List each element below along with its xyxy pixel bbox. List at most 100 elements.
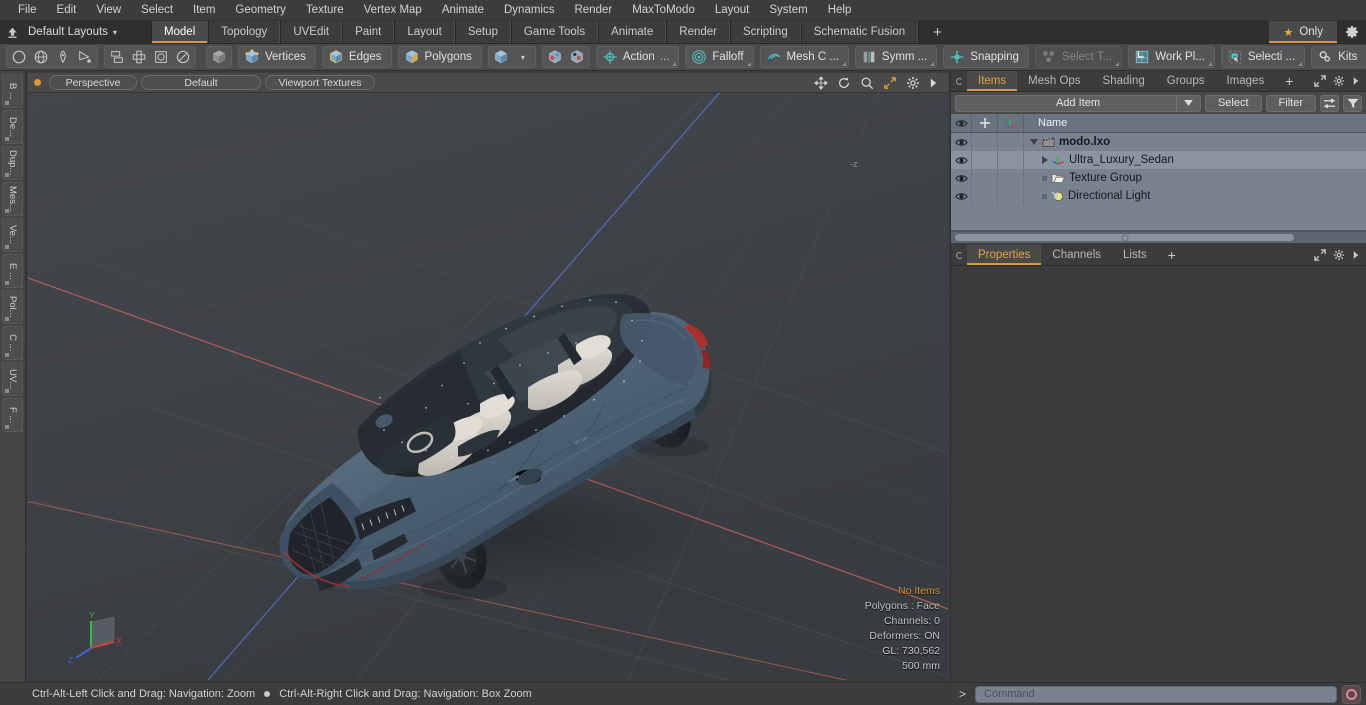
list-options-icon[interactable] xyxy=(1320,94,1339,112)
tab-layout[interactable]: Layout xyxy=(394,21,455,43)
rail-item-fusion[interactable]: F ... xyxy=(2,398,23,432)
menu-item-vertex-map[interactable]: Vertex Map xyxy=(354,0,432,20)
selection-mode-vertices[interactable]: Vertices xyxy=(238,46,316,68)
row-lock-cell[interactable] xyxy=(972,169,998,187)
gear-icon[interactable] xyxy=(1333,249,1345,261)
tab-model[interactable]: Model xyxy=(150,21,209,43)
add-panel-tab-button[interactable]: + xyxy=(1275,71,1303,91)
array-icon[interactable] xyxy=(128,47,150,67)
mesh-constraint-dropdown[interactable]: Mesh C ... xyxy=(759,46,849,68)
tab-schematic-fusion[interactable]: Schematic Fusion xyxy=(800,21,919,43)
row-axis-cell[interactable] xyxy=(998,169,1024,187)
eye-icon[interactable] xyxy=(951,114,972,132)
gear-icon[interactable] xyxy=(1333,75,1345,87)
expand-icon[interactable] xyxy=(1314,249,1326,261)
fit-icon[interactable] xyxy=(883,76,897,90)
column-header-name[interactable]: Name xyxy=(1024,114,1366,132)
add-item-button[interactable]: Add Item xyxy=(955,94,1201,112)
menu-item-render[interactable]: Render xyxy=(564,0,622,20)
tab-scripting[interactable]: Scripting xyxy=(729,21,801,43)
panel-menu-icon[interactable] xyxy=(951,71,967,91)
chevron-right-icon[interactable] xyxy=(1352,75,1360,87)
row-axis-cell[interactable] xyxy=(998,187,1024,205)
tab-uvedit[interactable]: UVEdit xyxy=(280,21,343,43)
selection-mode-polygons[interactable]: Polygons xyxy=(397,46,482,68)
items-tree-hscrollbar[interactable] xyxy=(951,231,1366,243)
snapping-dropdown[interactable]: Snapping xyxy=(943,46,1029,68)
rail-item-vertex[interactable]: Ve... xyxy=(2,218,23,252)
expand-icon[interactable] xyxy=(1314,75,1326,87)
row-axis-cell[interactable] xyxy=(998,133,1024,151)
select-through-toggle[interactable]: Select T... xyxy=(1034,46,1123,68)
selection-sets-dropdown[interactable]: Selecti ... xyxy=(1220,46,1306,68)
row-name-cell[interactable]: modo.lxo xyxy=(1024,133,1366,151)
funnel-icon[interactable] xyxy=(1343,94,1362,112)
row-visibility-toggle[interactable] xyxy=(951,151,972,169)
rail-item-edge[interactable]: E ... xyxy=(2,254,23,288)
stack-icon[interactable] xyxy=(106,47,128,67)
falloff-dropdown[interactable]: Falloff xyxy=(685,46,754,68)
only-toggle[interactable]: ★ Only xyxy=(1268,21,1338,43)
move-lock-icon[interactable] xyxy=(972,114,998,132)
circle-icon[interactable] xyxy=(8,47,30,67)
selection-mode-edges[interactable]: Edges xyxy=(321,46,392,68)
table-row[interactable]: Texture Group xyxy=(951,169,1366,187)
scrollbar-thumb[interactable] xyxy=(955,234,1294,241)
pen-icon[interactable] xyxy=(52,47,74,67)
tab-shading[interactable]: Shading xyxy=(1092,71,1156,91)
row-lock-cell[interactable] xyxy=(972,133,998,151)
menu-item-maxtomodo[interactable]: MaxToModo xyxy=(622,0,705,20)
record-icon[interactable] xyxy=(1342,684,1361,704)
center-axis-icon[interactable] xyxy=(566,47,588,67)
menu-item-file[interactable]: File xyxy=(8,0,47,20)
menu-item-help[interactable]: Help xyxy=(818,0,862,20)
tab-mesh-ops[interactable]: Mesh Ops xyxy=(1017,71,1091,91)
viewport-projection-dropdown[interactable]: Perspective xyxy=(49,75,137,90)
chevron-down-icon[interactable] xyxy=(1030,139,1038,145)
chevron-right-icon[interactable] xyxy=(929,76,938,90)
move-icon[interactable] xyxy=(814,75,828,90)
menu-item-edit[interactable]: Edit xyxy=(47,0,87,20)
curve-icon[interactable] xyxy=(74,47,96,67)
action-center-dropdown[interactable]: Action ... xyxy=(595,46,680,68)
select-button[interactable]: Select xyxy=(1204,94,1262,112)
menu-item-view[interactable]: View xyxy=(86,0,131,20)
3d-viewport[interactable]: -z No Items Polygons: Face Channels: 0 … xyxy=(28,93,948,680)
menu-item-texture[interactable]: Texture xyxy=(296,0,354,20)
work-plane-dropdown[interactable]: Work Pl... xyxy=(1128,46,1215,68)
symmetry-dropdown[interactable]: Symm ... xyxy=(854,46,938,68)
tab-paint[interactable]: Paint xyxy=(342,21,395,43)
axis-icon[interactable] xyxy=(998,114,1024,132)
menu-item-animate[interactable]: Animate xyxy=(432,0,494,20)
item-cube-icon[interactable] xyxy=(490,47,512,67)
globe-icon[interactable] xyxy=(30,47,52,67)
rail-item-mesh-edit[interactable]: Mes... xyxy=(2,182,23,216)
tab-game-tools[interactable]: Game Tools xyxy=(510,21,599,43)
table-row[interactable]: Ultra_Luxury_Sedan xyxy=(951,151,1366,169)
menu-item-geometry[interactable]: Geometry xyxy=(225,0,296,20)
home-arrow-icon[interactable] xyxy=(0,21,24,43)
kits-dropdown[interactable]: Kits xyxy=(1311,46,1366,68)
rail-item-duplicate[interactable]: Dup... xyxy=(2,146,23,180)
boolean-icon[interactable] xyxy=(150,47,172,67)
row-name-cell[interactable]: Directional Light xyxy=(1024,187,1366,205)
add-item-dropdown-arrow[interactable] xyxy=(1175,95,1200,111)
gear-icon[interactable] xyxy=(906,76,920,90)
menu-item-select[interactable]: Select xyxy=(131,0,183,20)
center-pivot-icon[interactable] xyxy=(544,47,566,67)
menu-item-item[interactable]: Item xyxy=(183,0,225,20)
rail-item-polygon[interactable]: Pol... xyxy=(2,290,23,324)
tab-channels[interactable]: Channels xyxy=(1041,245,1112,265)
row-lock-cell[interactable] xyxy=(972,187,998,205)
panel-menu-icon[interactable] xyxy=(951,245,967,265)
row-axis-cell[interactable] xyxy=(998,151,1024,169)
row-name-cell[interactable]: Texture Group xyxy=(1024,169,1366,187)
add-properties-tab-button[interactable]: + xyxy=(1158,245,1186,265)
tab-render[interactable]: Render xyxy=(666,21,730,43)
default-layouts-dropdown[interactable]: Default Layouts ▾ xyxy=(24,21,127,43)
chevron-right-icon[interactable] xyxy=(1352,249,1360,261)
row-lock-cell[interactable] xyxy=(972,151,998,169)
gear-icon[interactable] xyxy=(1338,21,1366,43)
tab-items[interactable]: Items xyxy=(967,71,1018,91)
row-visibility-toggle[interactable] xyxy=(951,187,972,205)
